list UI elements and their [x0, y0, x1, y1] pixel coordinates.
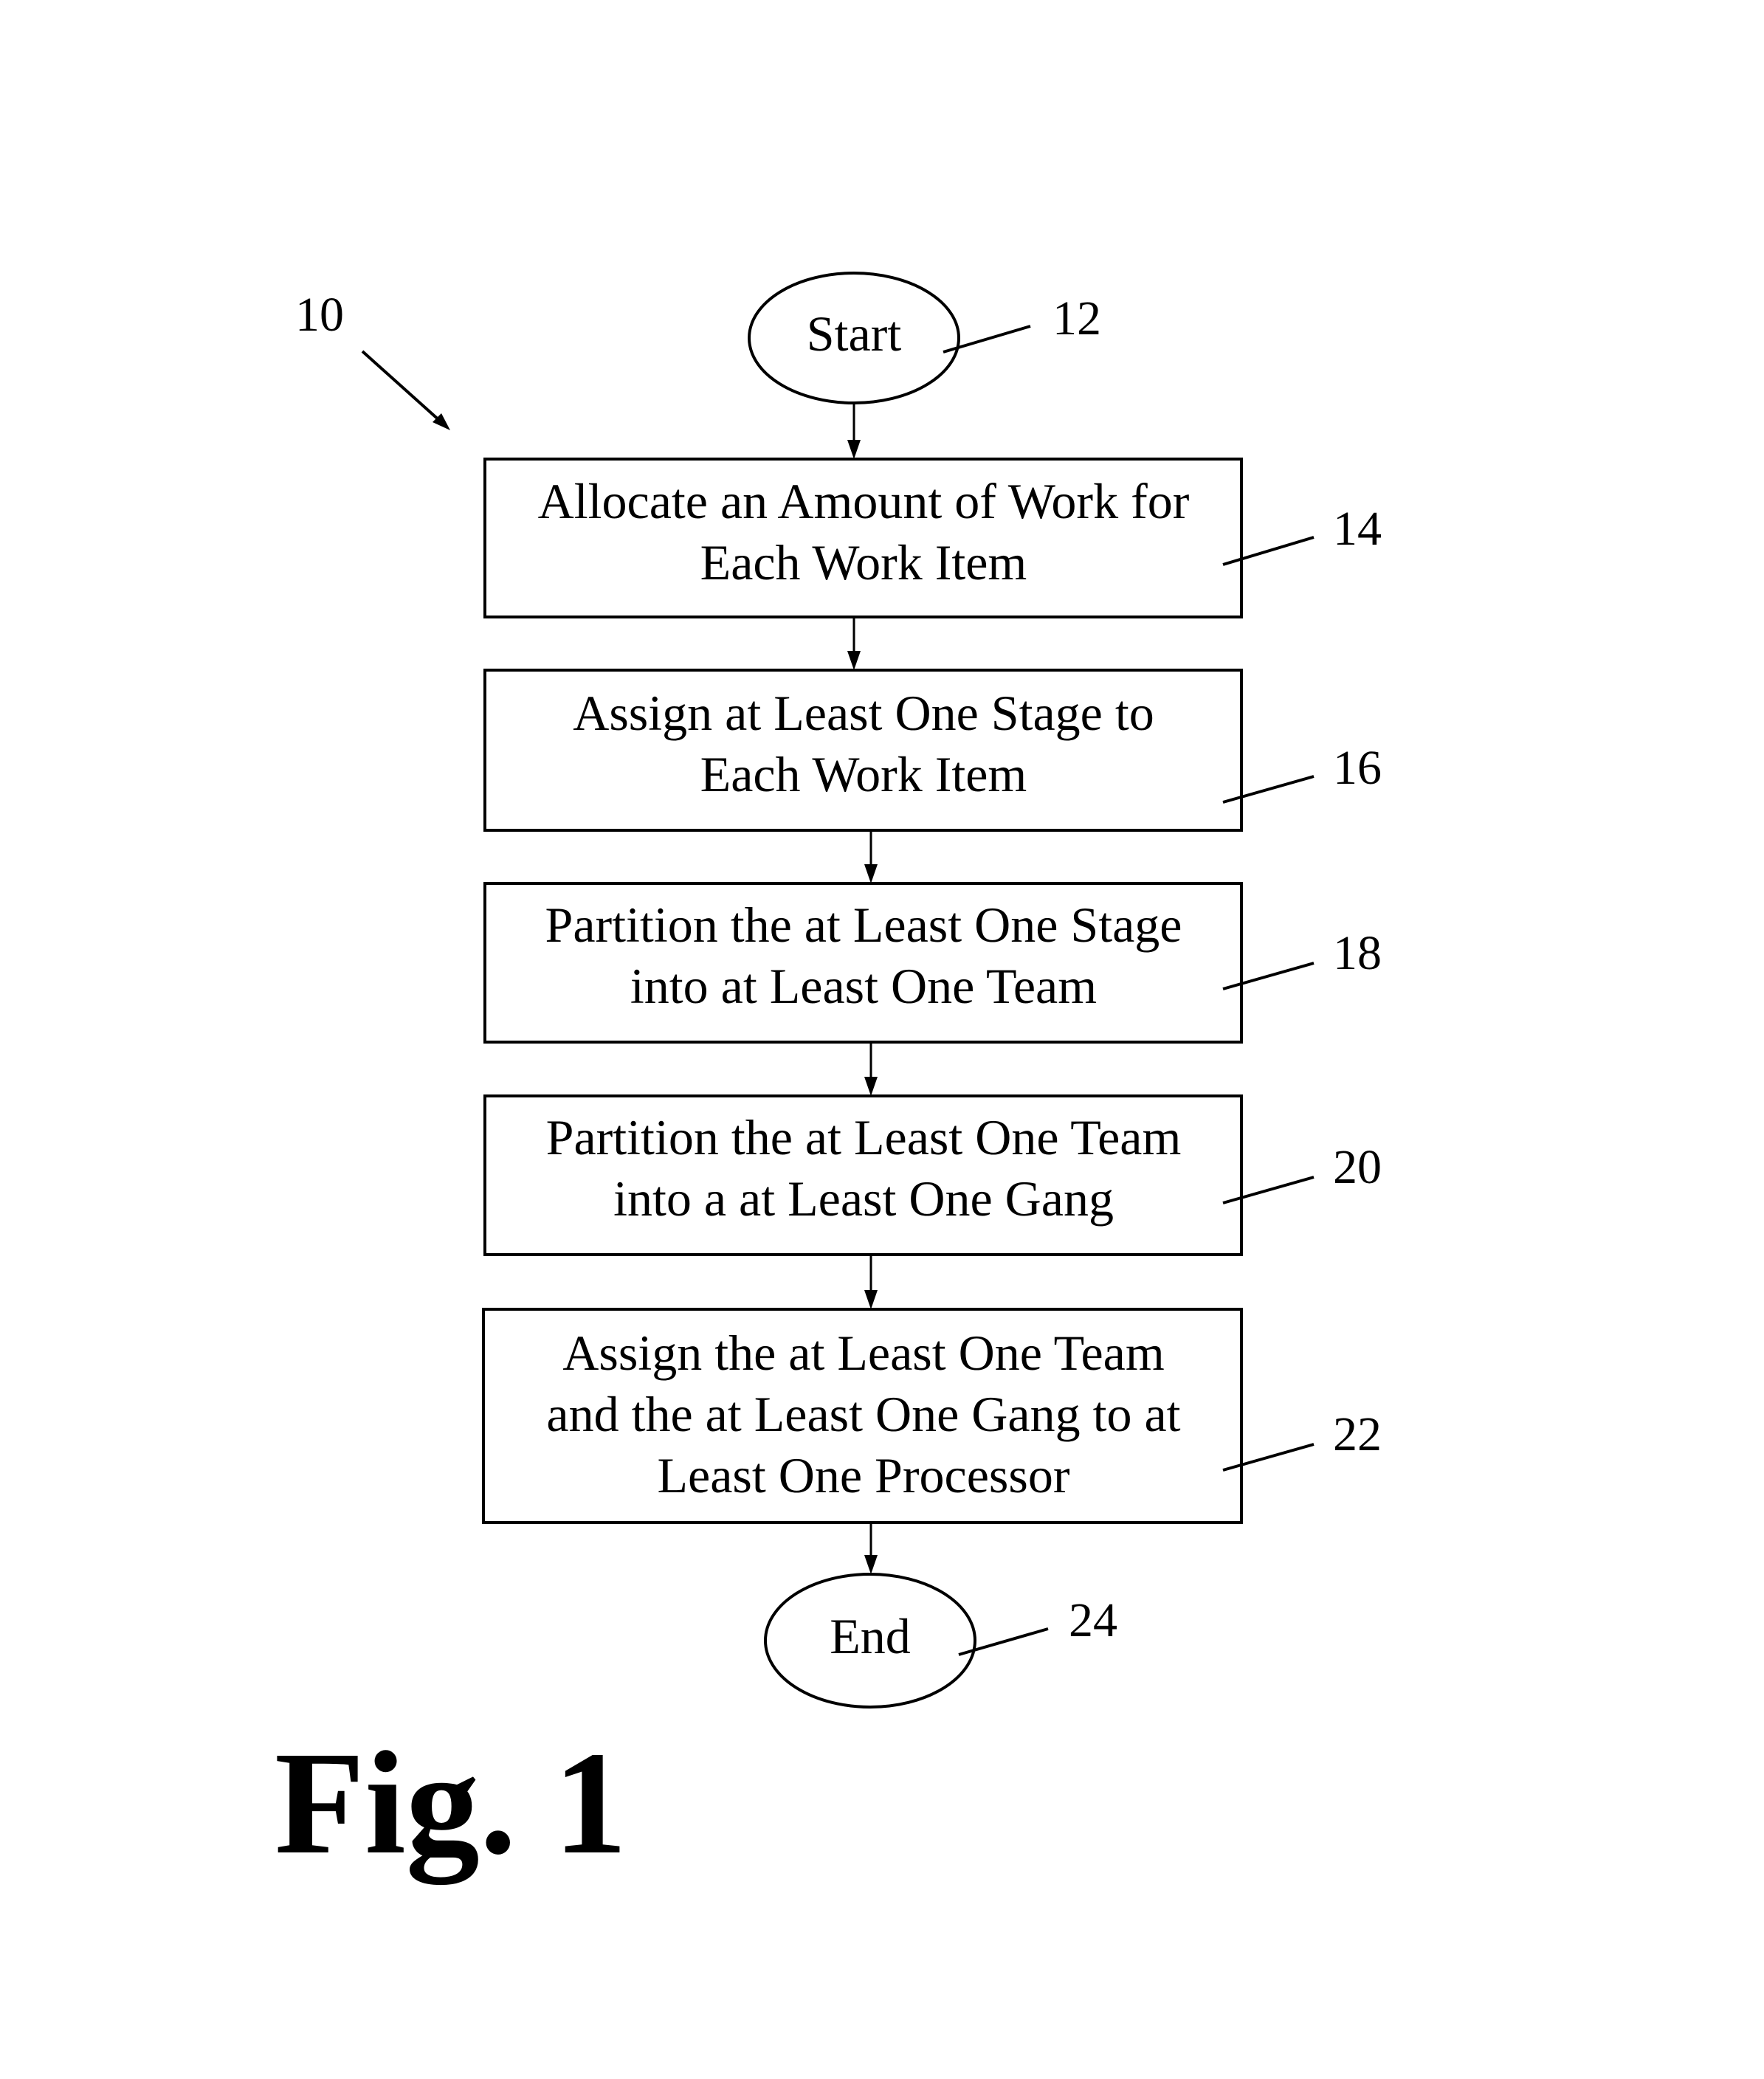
step-16-leader-line	[1222, 775, 1315, 804]
step-16-line-2: Each Work Item	[700, 746, 1027, 802]
flowchart: 10 Start 12 Allocate an Amount of Work f…	[275, 272, 1382, 1885]
end-node-label: End	[830, 1608, 911, 1664]
figure-caption: Fig. 1	[275, 1722, 627, 1885]
flow-arrow-start-to-14	[847, 403, 861, 459]
step-14-line-2: Each Work Item	[700, 534, 1027, 590]
flow-arrow-14-to-16	[847, 617, 861, 670]
step-18-box: Partition the at Least One Stage into at…	[483, 882, 1243, 1044]
end-leader-line	[958, 1627, 1049, 1656]
start-reference-label: 12	[1052, 292, 1101, 345]
step-22-reference-label: 22	[1333, 1407, 1382, 1461]
step-20-box: Partition the at Least One Team into a a…	[483, 1094, 1243, 1256]
step-22-line-2: and the at Least One Gang to at	[546, 1386, 1180, 1442]
start-node-label: Start	[807, 306, 902, 362]
figure-reference-arrow	[361, 350, 450, 430]
step-20-line-1: Partition the at Least One Team	[546, 1109, 1182, 1165]
step-18-line-1: Partition the at Least One Stage	[545, 897, 1182, 953]
figure-reference-label: 10	[295, 288, 344, 342]
step-14-box: Allocate an Amount of Work for Each Work…	[483, 458, 1243, 618]
end-node: End	[764, 1573, 976, 1709]
step-18-line-2: into at Least One Team	[630, 958, 1097, 1014]
step-18-reference-label: 18	[1333, 926, 1382, 980]
flow-arrow-20-to-22	[864, 1255, 878, 1309]
step-16-box: Assign at Least One Stage to Each Work I…	[483, 669, 1243, 832]
step-20-line-2: into a at Least One Gang	[613, 1170, 1114, 1227]
step-16-line-1: Assign at Least One Stage to	[573, 685, 1154, 741]
step-20-reference-label: 20	[1333, 1140, 1382, 1194]
step-18-leader-line	[1222, 962, 1315, 990]
step-14-line-1: Allocate an Amount of Work for	[538, 473, 1190, 529]
end-reference-label: 24	[1069, 1593, 1117, 1647]
step-22-leader-line	[1222, 1443, 1315, 1472]
flow-arrow-22-to-end	[864, 1523, 878, 1574]
start-node: Start	[748, 272, 960, 404]
flow-arrow-16-to-18	[864, 830, 878, 883]
flow-arrow-18-to-20	[864, 1042, 878, 1096]
step-22-line-3: Least One Processor	[658, 1447, 1070, 1503]
start-leader-line	[943, 325, 1031, 354]
step-22-line-1: Assign the at Least One Team	[562, 1325, 1164, 1381]
step-14-leader-line	[1222, 536, 1315, 566]
step-14-reference-label: 14	[1333, 502, 1382, 556]
step-16-reference-label: 16	[1333, 741, 1382, 795]
step-20-leader-line	[1222, 1176, 1315, 1204]
step-22-box: Assign the at Least One Team and the at …	[482, 1308, 1243, 1524]
